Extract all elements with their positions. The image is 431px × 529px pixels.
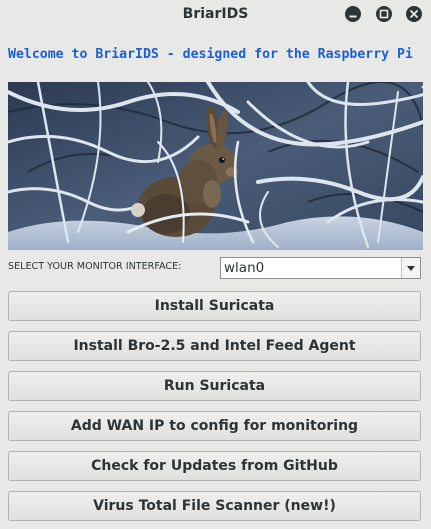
maximize-button[interactable] (376, 6, 392, 22)
minimize-icon (349, 15, 357, 18)
rabbit-painting (8, 82, 423, 250)
run-suricata-button[interactable]: Run Suricata (8, 371, 421, 401)
welcome-heading: Welcome to BriarIDS - designed for the R… (8, 47, 413, 62)
chevron-down-icon (407, 266, 415, 271)
minimize-button[interactable] (345, 6, 361, 22)
interface-select[interactable]: wlan0 (220, 257, 421, 279)
interface-label: SELECT YOUR MONITOR INTERFACE: (8, 261, 182, 272)
install-suricata-button[interactable]: Install Suricata (8, 291, 421, 321)
check-updates-button[interactable]: Check for Updates from GitHub (8, 451, 421, 481)
add-wan-ip-button[interactable]: Add WAN IP to config for monitoring (8, 411, 421, 441)
title-bar: BriarIDS (0, 0, 431, 28)
maximize-icon (379, 9, 389, 19)
install-bro-button[interactable]: Install Bro-2.5 and Intel Feed Agent (8, 331, 421, 361)
virus-total-scanner-button[interactable]: Virus Total File Scanner (new!) (8, 491, 421, 521)
interface-select-value: wlan0 (224, 260, 265, 276)
close-icon (410, 10, 418, 18)
window-title: BriarIDS (182, 6, 249, 22)
dropdown-arrow-button[interactable] (401, 258, 420, 278)
banner-image (8, 82, 423, 250)
close-button[interactable] (406, 6, 422, 22)
